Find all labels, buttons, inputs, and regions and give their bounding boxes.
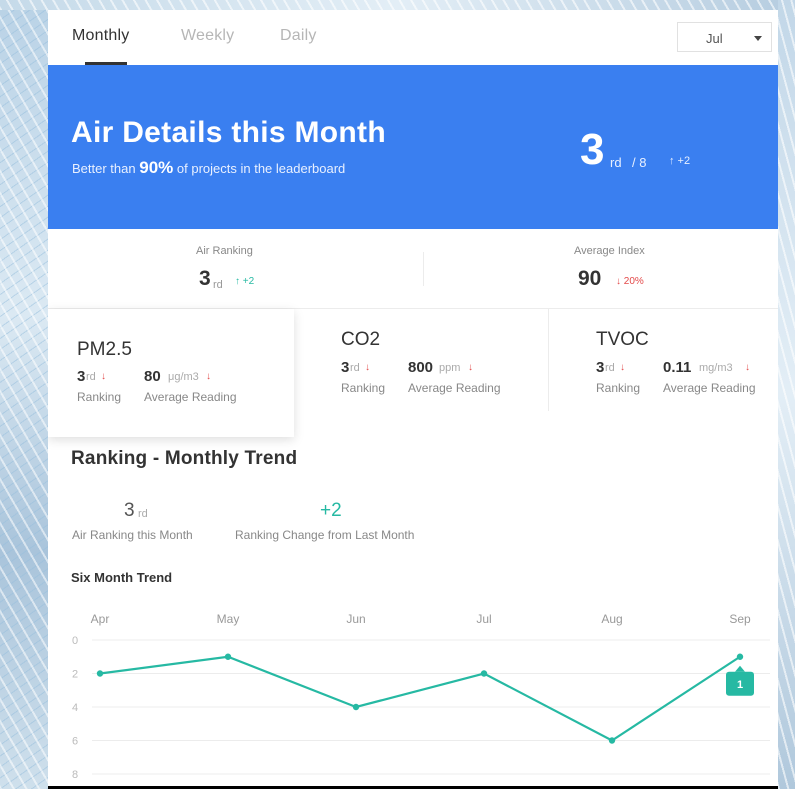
highlight-tag-pointer (735, 665, 745, 672)
metric-reading-unit: μg/m3 (168, 371, 199, 383)
background-top (0, 0, 795, 10)
average-index-label: Average Index (574, 245, 645, 257)
metric-reading-label: Average Reading (408, 381, 501, 395)
hero-title: Air Details this Month (71, 116, 386, 149)
arrow-down-icon: ↓ (101, 371, 106, 382)
trend-change-value: +2 (320, 500, 342, 521)
summary-row: Air Ranking 3 rd ↑ +2 Average Index 90 ↓… (48, 229, 778, 309)
summary-divider (423, 252, 424, 286)
air-ranking-value: 3 (199, 267, 211, 290)
metric-rank-suffix: rd (86, 371, 96, 383)
metric-rank-label: Ranking (77, 390, 122, 404)
air-ranking-label: Air Ranking (196, 245, 253, 257)
x-tick-label: Aug (601, 612, 622, 626)
data-point (480, 670, 488, 677)
x-tick-label: Sep (729, 612, 751, 626)
metric-card-co2[interactable]: CO2 3 rd ↓ 800 ppm ↓ Ranking Average Rea… (294, 309, 548, 411)
trend-section-title: Ranking - Monthly Trend (71, 448, 298, 469)
tab-weekly[interactable]: Weekly (181, 27, 234, 45)
metric-rank-suffix: rd (350, 362, 360, 374)
arrow-down-icon: ↓ (620, 362, 625, 373)
hero-rank-suffix: rd (610, 155, 622, 170)
x-tick-label: Apr (91, 612, 110, 626)
hero-subtitle: Better than 90% of projects in the leade… (72, 158, 345, 178)
metric-rank-label: Ranking (341, 381, 386, 395)
metric-reading-label: Average Reading (663, 381, 756, 395)
metric-rank-label: Ranking (596, 381, 641, 395)
arrow-down-icon: ↓ (468, 362, 473, 373)
y-tick-label: 2 (72, 669, 78, 681)
month-select[interactable]: Jul (677, 22, 772, 52)
six-month-trend-title: Six Month Trend (71, 570, 173, 585)
average-index-value: 90 (578, 267, 602, 290)
average-index-change: ↓ 20% (616, 276, 644, 287)
x-tick-label: Jun (346, 612, 365, 626)
highlight-tag-label: 1 (737, 679, 743, 691)
period-tabs: Monthly Weekly Daily Jul (48, 10, 778, 65)
hero-subtitle-pre: Better than (72, 161, 136, 176)
metric-rank-value: 3 (341, 359, 350, 376)
arrow-down-icon: ↓ (206, 371, 211, 382)
metric-name: CO2 (341, 329, 381, 350)
arrow-down-icon: ↓ (365, 362, 370, 373)
hero-subtitle-percent: 90% (139, 158, 174, 177)
metric-name: TVOC (596, 329, 649, 350)
x-tick-label: May (217, 612, 240, 626)
metric-reading-unit: ppm (439, 362, 461, 374)
hero-rank-change: ↑ +2 (669, 155, 691, 167)
air-ranking-change: ↑ +2 (235, 276, 255, 287)
y-tick-label: 4 (72, 702, 78, 714)
metric-name: PM2.5 (77, 339, 132, 360)
metric-rank-value: 3 (596, 359, 605, 376)
data-point (224, 653, 232, 660)
metric-rank-value: 3 (77, 368, 86, 385)
chevron-down-icon (754, 36, 762, 41)
metric-reading-value: 80 (144, 368, 161, 385)
metric-reading-label: Average Reading (144, 390, 237, 404)
y-tick-label: 6 (72, 736, 78, 748)
data-point (352, 703, 360, 711)
metric-rank-suffix: rd (605, 362, 615, 374)
y-tick-label: 8 (72, 769, 78, 781)
hero-subtitle-post: of projects in the leaderboard (176, 161, 346, 176)
metrics-row: PM2.5 3 rd ↓ 80 μg/m3 ↓ Ranking Average … (48, 309, 778, 437)
hero-banner: Air Details this Month Better than 90% o… (48, 65, 778, 229)
trend-air-rank-value: 3 (124, 500, 135, 521)
trend-change-label: Ranking Change from Last Month (235, 528, 415, 542)
trend-air-rank-label: Air Ranking this Month (72, 528, 193, 542)
air-details-card: Monthly Weekly Daily Jul Air Details thi… (48, 10, 778, 786)
metric-card-tvoc[interactable]: TVOC 3 rd ↓ 0.11 mg/m3 ↓ Ranking Average… (548, 309, 778, 411)
hero-rank-value: 3 (580, 125, 605, 174)
x-tick-label: Jul (476, 612, 491, 626)
six-month-trend-chart: 0 2 4 6 8 Apr May Jun Jul Aug Sep 1 (72, 612, 770, 781)
y-tick-label: 0 (72, 635, 78, 647)
metric-reading-value: 800 (408, 359, 434, 376)
background-left (0, 0, 48, 789)
air-ranking-suffix: rd (213, 279, 223, 291)
data-point (608, 737, 616, 744)
month-select-value: Jul (706, 31, 723, 46)
tab-monthly[interactable]: Monthly (72, 27, 129, 45)
data-point (96, 670, 104, 677)
arrow-down-icon: ↓ (745, 362, 750, 373)
background-right (778, 0, 795, 789)
series-line (99, 655, 741, 742)
metric-reading-value: 0.11 (663, 359, 692, 376)
data-point (736, 653, 744, 660)
tab-daily[interactable]: Daily (280, 27, 317, 45)
metric-reading-unit: mg/m3 (699, 362, 733, 374)
trend-air-rank-suffix: rd (138, 508, 148, 520)
hero-rank-total: / 8 (632, 155, 647, 170)
metric-card-pm25[interactable]: PM2.5 3 rd ↓ 80 μg/m3 ↓ Ranking Average … (48, 309, 294, 437)
